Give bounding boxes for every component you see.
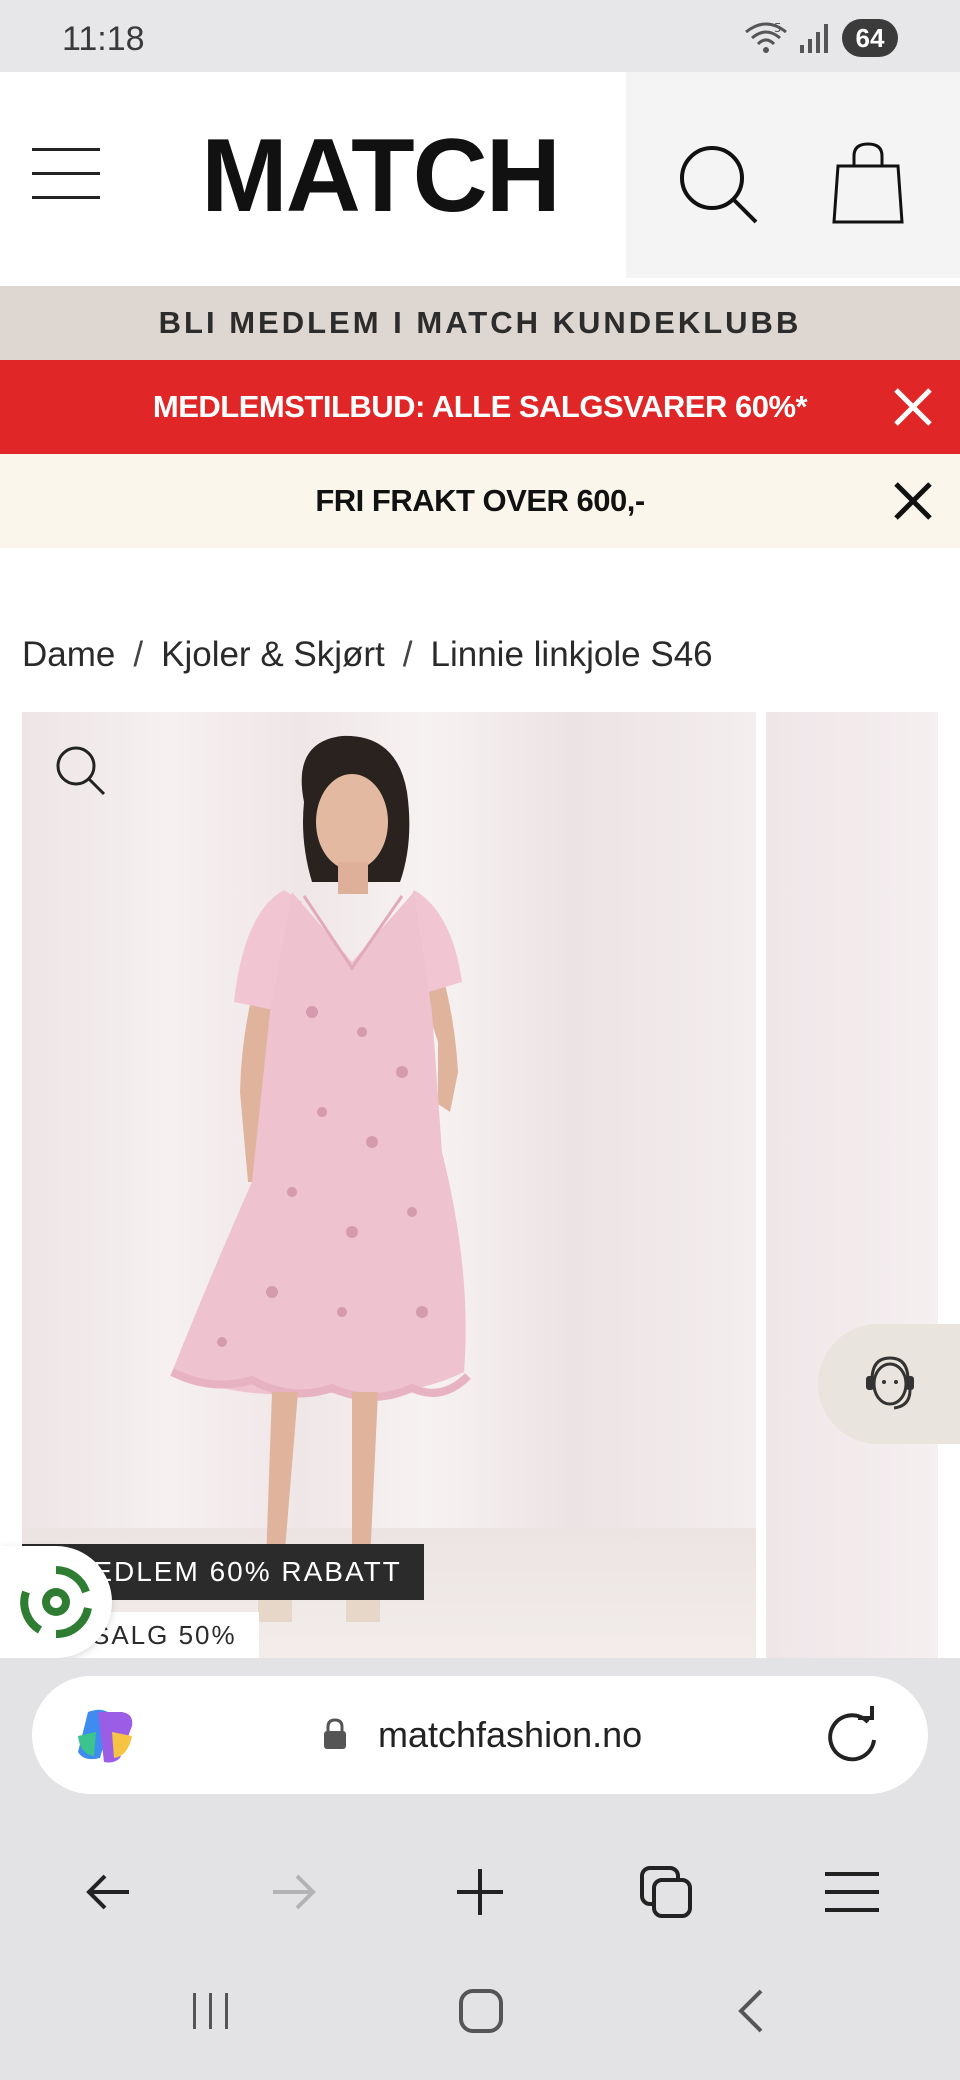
battery-indicator: 64 bbox=[842, 19, 898, 57]
browser-menu-button[interactable] bbox=[802, 1842, 902, 1942]
system-navigation-bar bbox=[0, 1932, 960, 2080]
new-tab-button[interactable] bbox=[430, 1842, 530, 1942]
customer-support-icon bbox=[866, 1356, 914, 1410]
site-logo[interactable]: MATCH bbox=[182, 118, 578, 234]
breadcrumb-item-current: Linnie linkjole S46 bbox=[430, 635, 713, 674]
home-button[interactable] bbox=[436, 1976, 526, 2046]
reload-icon[interactable] bbox=[822, 1706, 880, 1764]
url-text[interactable]: matchfashion.no bbox=[378, 1706, 642, 1764]
product-gallery[interactable]: MEDLEM 60% RABATT SALG 50% bbox=[22, 712, 960, 1658]
breadcrumb-separator: / bbox=[133, 635, 144, 674]
status-time: 11:18 bbox=[62, 20, 145, 58]
chevron-left-icon bbox=[738, 1989, 763, 2033]
tabs-icon bbox=[640, 1866, 692, 1918]
svg-text:5: 5 bbox=[774, 21, 782, 35]
copilot-icon[interactable] bbox=[74, 1706, 136, 1764]
model-figure bbox=[170, 735, 471, 1622]
search-icon[interactable] bbox=[676, 142, 762, 228]
free-shipping-banner: FRI FRAKT OVER 600,- bbox=[0, 454, 960, 548]
plus-icon bbox=[457, 1869, 503, 1915]
wifi-icon: 5 bbox=[745, 21, 787, 53]
recycle-icon bbox=[20, 1566, 92, 1639]
sale-offer-banner[interactable]: MEDLEMSTILBUD: ALLE SALGSVARER 60%* bbox=[0, 360, 960, 454]
customer-support-button[interactable] bbox=[818, 1324, 960, 1444]
hamburger-menu-icon[interactable] bbox=[32, 146, 100, 200]
recycle-badge[interactable] bbox=[0, 1546, 112, 1658]
zoom-icon[interactable] bbox=[52, 742, 108, 798]
forward-button[interactable] bbox=[244, 1842, 344, 1942]
recent-apps-button[interactable] bbox=[166, 1976, 256, 2046]
free-shipping-text: FRI FRAKT OVER 600,- bbox=[315, 483, 645, 518]
breadcrumb-item-dame[interactable]: Dame bbox=[22, 635, 115, 675]
product-image-next[interactable] bbox=[766, 712, 938, 1658]
breadcrumb-item-kjoler-skjort[interactable]: Kjoler & Skjørt bbox=[161, 635, 385, 675]
close-icon[interactable] bbox=[888, 382, 938, 432]
back-button[interactable] bbox=[58, 1842, 158, 1942]
browser-nav-row bbox=[0, 1842, 960, 1942]
recent-apps-icon bbox=[193, 1993, 228, 2029]
home-icon bbox=[459, 1989, 503, 2033]
signal-icon bbox=[800, 24, 828, 53]
breadcrumb: Dame / Kjoler & Skjørt / Linnie linkjole… bbox=[22, 630, 713, 680]
site-header: MATCH bbox=[0, 72, 960, 278]
close-icon[interactable] bbox=[888, 476, 938, 526]
lock-icon bbox=[324, 1718, 346, 1749]
breadcrumb-separator: / bbox=[402, 635, 413, 674]
arrow-left-icon bbox=[86, 1874, 129, 1910]
tabs-button[interactable] bbox=[616, 1842, 716, 1942]
status-icons: 5 64 bbox=[744, 18, 898, 58]
product-image[interactable]: MEDLEM 60% RABATT SALG 50% bbox=[22, 712, 756, 1658]
member-club-banner[interactable]: BLI MEDLEM I MATCH KUNDEKLUBB bbox=[0, 286, 960, 360]
sale-offer-text: MEDLEMSTILBUD: ALLE SALGSVARER 60%* bbox=[152, 389, 808, 424]
hamburger-menu-icon bbox=[825, 1872, 879, 1912]
shopping-bag-icon[interactable] bbox=[830, 140, 906, 226]
system-back-button[interactable] bbox=[706, 1976, 796, 2046]
address-bar[interactable]: matchfashion.no bbox=[32, 1676, 928, 1794]
status-bar: 11:18 5 64 bbox=[0, 0, 960, 72]
browser-toolbar: matchfashion.no bbox=[0, 1658, 960, 1932]
arrow-right-icon bbox=[273, 1874, 316, 1910]
